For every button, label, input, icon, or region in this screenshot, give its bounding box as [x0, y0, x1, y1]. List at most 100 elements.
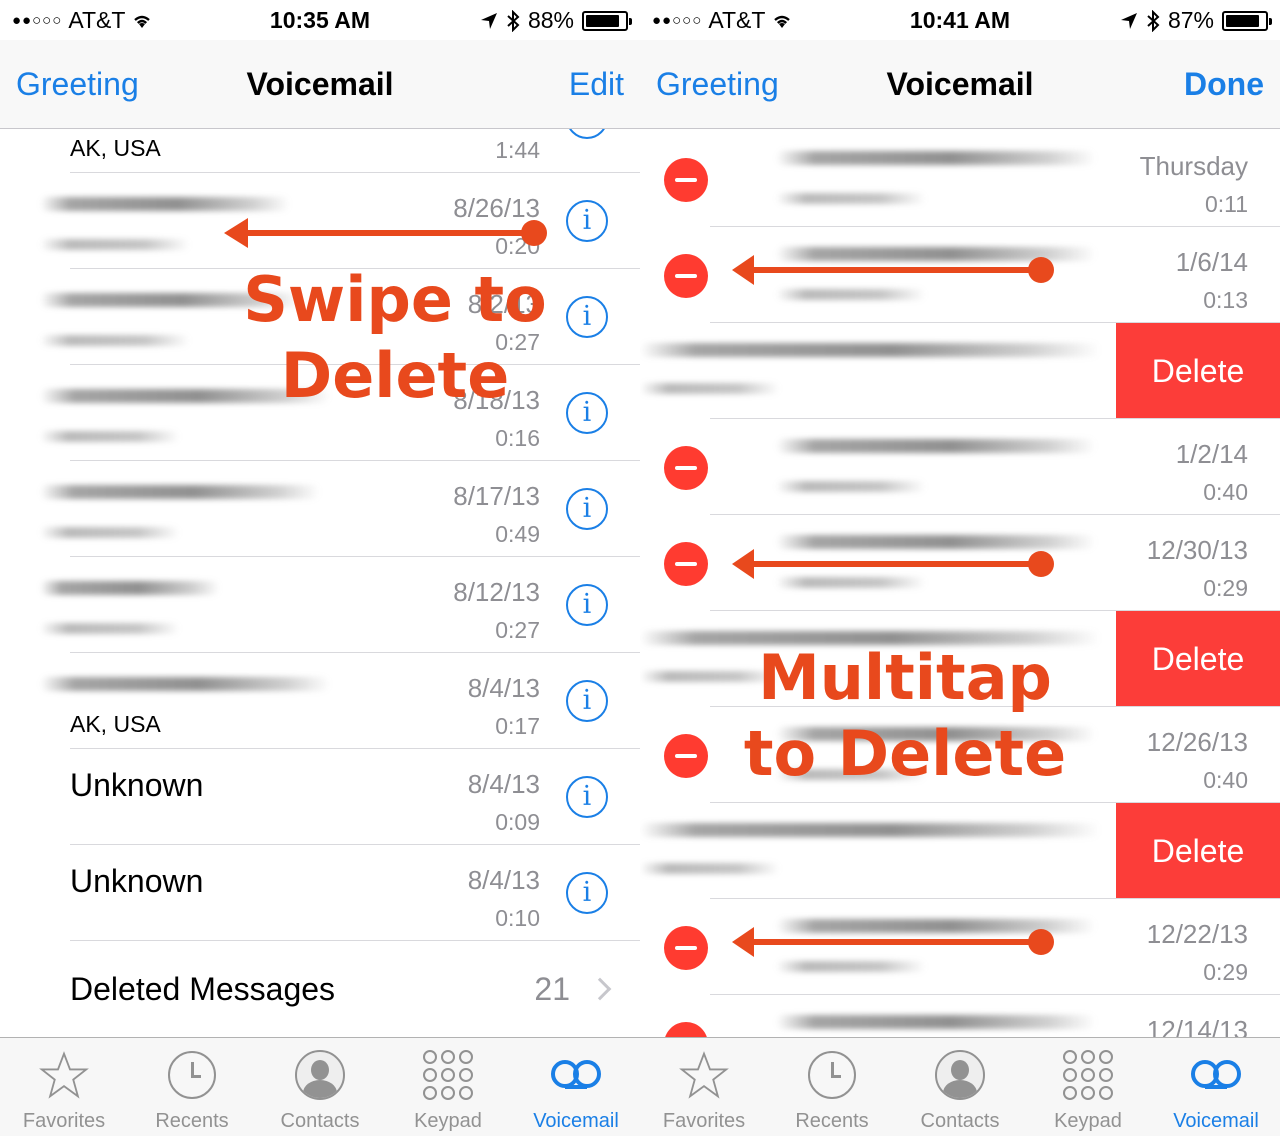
voicemail-duration: 0:17	[495, 713, 540, 739]
voicemail-row[interactable]: Thursday 0:11	[640, 131, 1280, 227]
tab-recents[interactable]: Recents	[768, 1038, 896, 1136]
voicemail-row[interactable]: Unknown 8/4/13 0:10 i	[0, 845, 640, 941]
voicemail-row[interactable]: 8/17/13 0:49 i	[0, 461, 640, 557]
info-button[interactable]: i	[566, 200, 608, 242]
deleted-messages-count: 21	[534, 971, 570, 1007]
voicemail-row-swiped[interactable]: Delete	[640, 803, 1280, 899]
voicemail-row[interactable]: 12/26/13 0:40	[640, 707, 1280, 803]
right-screen: ●●○○○ AT&T 10:41 AM 87% Greeting Voicema…	[640, 0, 1280, 1136]
delete-button[interactable]: Delete	[1116, 803, 1280, 899]
redacted-name	[640, 631, 1100, 645]
redacted-name	[776, 919, 1096, 933]
tab-favorites[interactable]: Favorites	[640, 1038, 768, 1136]
voicemail-row[interactable]: AK, USA 1:44 i	[0, 129, 640, 173]
keypad-icon	[1063, 1050, 1113, 1100]
voicemail-row[interactable]: Unknown 8/4/13 0:09 i	[0, 749, 640, 845]
tab-voicemail[interactable]: Voicemail	[1152, 1038, 1280, 1136]
info-button[interactable]: i	[566, 680, 608, 722]
voicemail-date: 8/26/13	[453, 193, 540, 223]
voicemail-row[interactable]: 1/6/14 0:13	[640, 227, 1280, 323]
voicemail-row[interactable]: 8/26/13 0:20 i	[0, 173, 640, 269]
voicemail-row[interactable]: AK, USA 8/4/13 0:17 i	[0, 653, 640, 749]
delete-toggle-icon[interactable]	[664, 446, 708, 490]
voicemail-row-swiped[interactable]: Delete	[640, 323, 1280, 419]
voicemail-duration: 0:29	[1203, 959, 1248, 985]
voicemail-date: 8/4/13	[467, 865, 540, 895]
battery-icon	[1222, 10, 1272, 31]
page-title: Voicemail	[246, 66, 394, 102]
left-screen: ●●○○○ AT&T 10:35 AM 88% Greeting Voicema…	[0, 0, 640, 1136]
voicemail-row[interactable]: 12/14/13	[640, 995, 1280, 1037]
delete-toggle-icon[interactable]	[664, 158, 708, 202]
redacted-number	[776, 577, 926, 588]
voicemail-row[interactable]: 1/2/14 0:40	[640, 419, 1280, 515]
redacted-name	[776, 535, 1096, 549]
voicemail-row[interactable]: 12/30/13 0:29	[640, 515, 1280, 611]
delete-toggle-icon[interactable]	[664, 926, 708, 970]
redacted-name	[40, 197, 290, 211]
caller-name: Unknown	[70, 863, 204, 899]
tab-favorites[interactable]: Favorites	[0, 1038, 128, 1136]
clock-icon	[168, 1051, 216, 1099]
voicemail-row[interactable]: 12/22/13 0:29	[640, 899, 1280, 995]
tab-recents[interactable]: Recents	[128, 1038, 256, 1136]
voicemail-icon	[1191, 1060, 1241, 1090]
info-button[interactable]: i	[566, 392, 608, 434]
deleted-messages-label: Deleted Messages	[70, 971, 336, 1007]
redacted-number	[776, 769, 926, 780]
info-button[interactable]: i	[566, 776, 608, 818]
voicemail-date: 1/2/14	[1175, 439, 1248, 469]
tab-bar: Favorites Recents Contacts Keypad Voicem…	[0, 1037, 640, 1136]
info-button[interactable]: i	[566, 584, 608, 626]
redacted-name	[776, 439, 1096, 453]
redacted-number	[776, 481, 926, 492]
delete-toggle-icon[interactable]	[664, 542, 708, 586]
delete-toggle-icon[interactable]	[664, 1022, 708, 1037]
redacted-name	[640, 823, 1100, 837]
delete-button[interactable]: Delete	[1116, 323, 1280, 419]
delete-button[interactable]: Delete	[1116, 611, 1280, 707]
contacts-icon	[295, 1050, 345, 1100]
tab-contacts[interactable]: Contacts	[256, 1038, 384, 1136]
tab-keypad[interactable]: Keypad	[384, 1038, 512, 1136]
voicemail-location: AK, USA	[70, 135, 161, 161]
tab-keypad[interactable]: Keypad	[1024, 1038, 1152, 1136]
tab-contacts[interactable]: Contacts	[896, 1038, 1024, 1136]
info-button[interactable]: i	[566, 872, 608, 914]
tab-voicemail[interactable]: Voicemail	[512, 1038, 640, 1136]
redacted-name	[40, 581, 220, 595]
redacted-number	[40, 335, 190, 346]
voicemail-date: 12/26/13	[1146, 727, 1248, 757]
voicemail-date: 8/2/13	[467, 289, 540, 319]
info-button[interactable]: i	[566, 129, 608, 139]
location-icon	[1120, 12, 1137, 29]
bluetooth-icon	[507, 9, 520, 32]
done-button[interactable]: Done	[1184, 66, 1264, 103]
delete-toggle-icon[interactable]	[664, 254, 708, 298]
voicemail-date: 8/17/13	[453, 481, 540, 511]
voicemail-date: Thursday	[1139, 151, 1248, 181]
info-button[interactable]: i	[566, 296, 608, 338]
voicemail-duration: 0:20	[495, 233, 540, 259]
voicemail-duration: 0:40	[1203, 767, 1248, 793]
redacted-number	[640, 863, 780, 874]
voicemail-row[interactable]: 8/12/13 0:27 i	[0, 557, 640, 653]
info-button[interactable]: i	[566, 488, 608, 530]
voicemail-row[interactable]: 8/18/13 0:16 i	[0, 365, 640, 461]
redacted-number	[640, 671, 780, 682]
redacted-name	[40, 389, 330, 403]
voicemail-date: 8/4/13	[467, 769, 540, 799]
voicemail-duration: 0:27	[495, 329, 540, 355]
voicemail-row[interactable]: 8/2/13 0:27 i	[0, 269, 640, 365]
redacted-number	[40, 239, 190, 250]
redacted-name	[776, 247, 1096, 261]
edit-button[interactable]: Edit	[569, 66, 624, 103]
battery-percent: 88%	[527, 7, 574, 33]
deleted-messages-row[interactable]: Deleted Messages 21	[0, 941, 640, 1037]
navigation-bar: Greeting Voicemail Edit	[0, 40, 640, 129]
delete-toggle-icon[interactable]	[664, 734, 708, 778]
status-bar: ●●○○○ AT&T 10:41 AM 87%	[640, 0, 1280, 40]
redacted-name	[40, 677, 330, 691]
voicemail-row-swiped[interactable]: Delete	[640, 611, 1280, 707]
voicemail-duration: 0:49	[495, 521, 540, 547]
